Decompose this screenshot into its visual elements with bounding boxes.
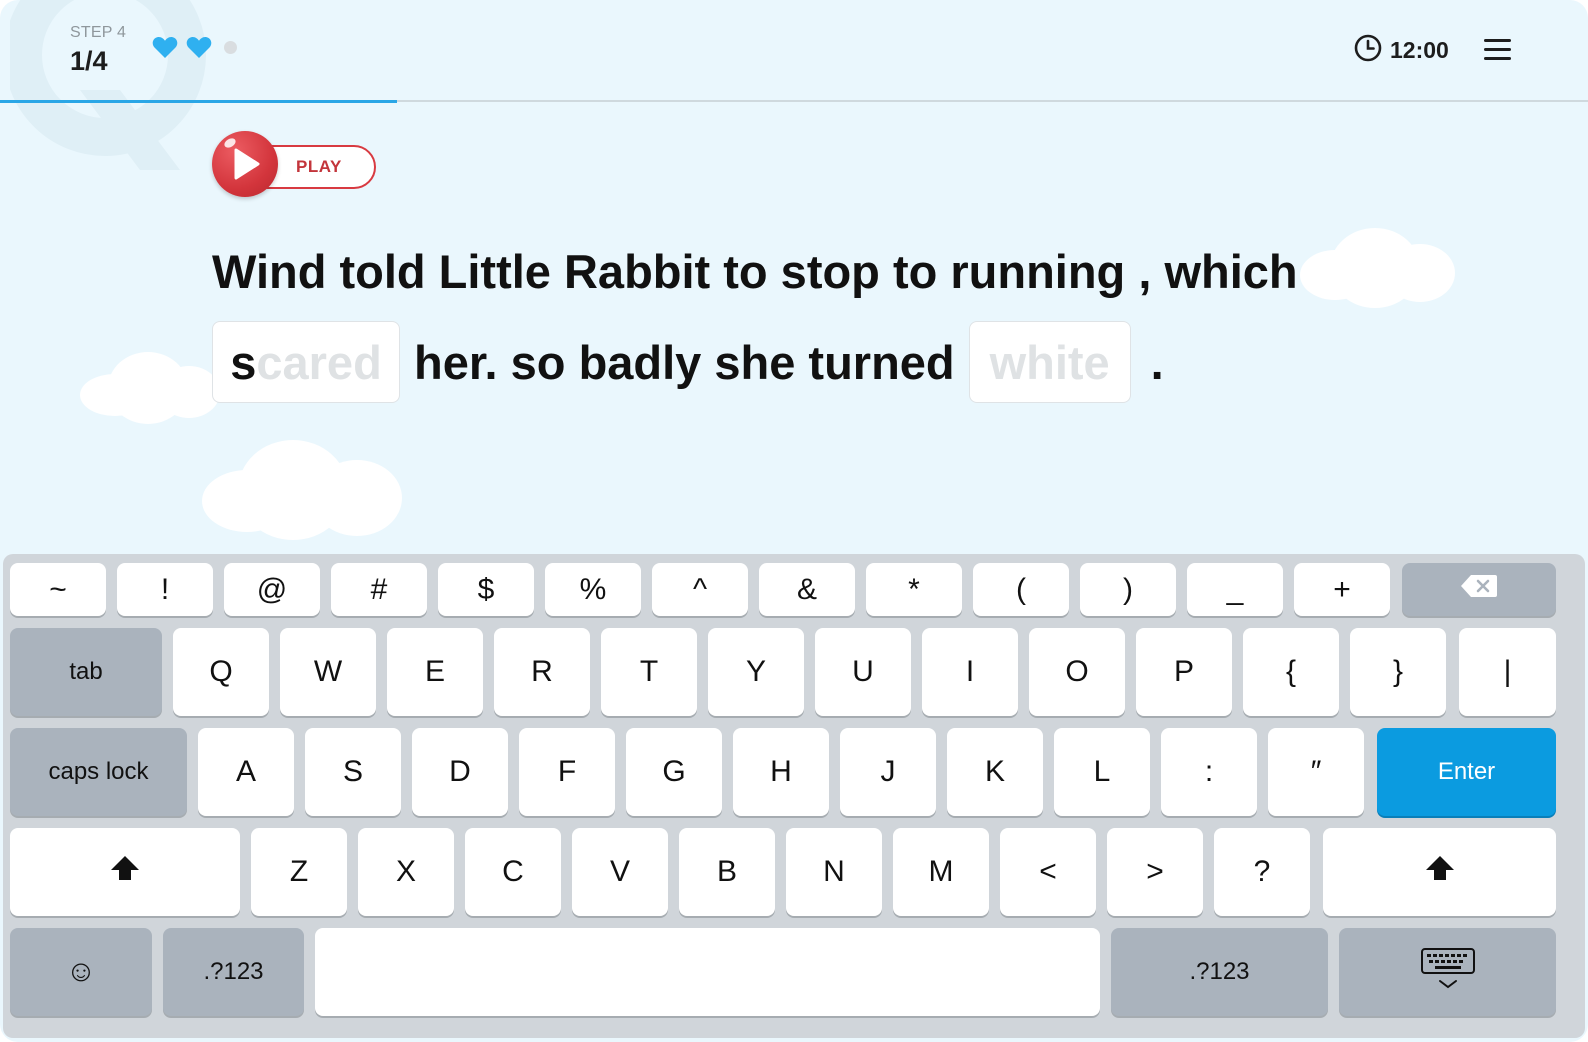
key[interactable]: + xyxy=(1294,563,1390,616)
key[interactable]: M xyxy=(893,828,989,916)
cloud-decoration xyxy=(1300,228,1460,308)
answer-blank-2[interactable]: white xyxy=(968,321,1131,403)
on-screen-keyboard: ~ ! @ # $ % ^ & * ( ) _ + tab Q W E R T … xyxy=(3,554,1585,1038)
heart-icon xyxy=(186,36,212,59)
timer: 12:00 xyxy=(1354,34,1449,67)
app-screen: STEP 4 1/4 12:00 PLAY Wind told Little R… xyxy=(0,0,1588,1042)
typed-text: s xyxy=(230,335,257,389)
empty-life-dot xyxy=(224,41,237,54)
key[interactable]: # xyxy=(331,563,427,616)
key[interactable]: : xyxy=(1161,728,1257,816)
key[interactable]: ^ xyxy=(652,563,748,616)
key[interactable]: T xyxy=(601,628,697,716)
shift-key-left[interactable] xyxy=(10,828,240,916)
menu-icon[interactable] xyxy=(1484,37,1514,63)
sentence-end: . xyxy=(1150,335,1164,389)
key[interactable]: Y xyxy=(708,628,804,716)
tab-key[interactable]: tab xyxy=(10,628,162,716)
key[interactable]: A xyxy=(198,728,294,816)
heart-icon xyxy=(152,36,178,59)
sentence-line-2: s cared her. so badly she turned white . xyxy=(212,320,1164,404)
key[interactable]: X xyxy=(358,828,454,916)
sentence-line-1: Wind told Little Rabbit to stop to runni… xyxy=(212,245,1298,298)
top-bar: STEP 4 1/4 12:00 xyxy=(0,0,1588,100)
enter-key[interactable]: Enter xyxy=(1377,728,1556,816)
hide-keyboard-key[interactable] xyxy=(1339,928,1556,1016)
lives-indicator xyxy=(152,36,237,59)
key[interactable]: F xyxy=(519,728,615,816)
keyboard-hide-icon xyxy=(1420,947,1476,998)
key[interactable]: > xyxy=(1107,828,1203,916)
key[interactable]: | xyxy=(1459,628,1556,716)
key[interactable]: Q xyxy=(173,628,269,716)
key[interactable]: < xyxy=(1000,828,1096,916)
shift-arrow-icon xyxy=(1425,855,1455,889)
play-icon xyxy=(212,131,278,197)
key[interactable]: H xyxy=(733,728,829,816)
key[interactable]: U xyxy=(815,628,911,716)
progress-fill xyxy=(0,100,397,103)
key[interactable]: C xyxy=(465,828,561,916)
answer-blank-1[interactable]: s cared xyxy=(212,321,400,403)
clock-icon xyxy=(1354,34,1382,67)
key[interactable]: R xyxy=(494,628,590,716)
progress-bar xyxy=(0,100,1588,103)
numbers-key-left[interactable]: .?123 xyxy=(163,928,304,1016)
backspace-key[interactable] xyxy=(1402,563,1556,616)
key[interactable]: ! xyxy=(117,563,213,616)
key[interactable]: J xyxy=(840,728,936,816)
key[interactable]: P xyxy=(1136,628,1232,716)
shift-key-right[interactable] xyxy=(1323,828,1556,916)
key[interactable]: K xyxy=(947,728,1043,816)
step-label: STEP 4 xyxy=(70,24,127,41)
caps-lock-key[interactable]: caps lock xyxy=(10,728,187,816)
key[interactable]: } xyxy=(1350,628,1446,716)
space-key[interactable] xyxy=(315,928,1100,1016)
emoji-key[interactable]: ☺ xyxy=(10,928,152,1016)
key[interactable]: % xyxy=(545,563,641,616)
key[interactable]: ″ xyxy=(1268,728,1364,816)
cloud-decoration xyxy=(202,440,402,540)
key[interactable]: @ xyxy=(224,563,320,616)
key[interactable]: _ xyxy=(1187,563,1283,616)
key[interactable]: * xyxy=(866,563,962,616)
key[interactable]: O xyxy=(1029,628,1125,716)
key[interactable]: D xyxy=(412,728,508,816)
hint-text: white xyxy=(989,335,1110,389)
backspace-icon xyxy=(1460,574,1498,605)
key[interactable]: E xyxy=(387,628,483,716)
step-count: 1/4 xyxy=(70,46,108,76)
play-audio-button[interactable]: PLAY xyxy=(212,131,376,199)
sentence-middle-text: her. so badly she turned xyxy=(414,335,955,389)
key[interactable]: I xyxy=(922,628,1018,716)
shift-arrow-icon xyxy=(110,855,140,889)
key[interactable]: L xyxy=(1054,728,1150,816)
hint-text: cared xyxy=(256,335,382,389)
key[interactable]: ? xyxy=(1214,828,1310,916)
key[interactable]: & xyxy=(759,563,855,616)
key[interactable]: S xyxy=(305,728,401,816)
key[interactable]: ~ xyxy=(10,563,106,616)
key[interactable]: ) xyxy=(1080,563,1176,616)
cloud-decoration xyxy=(80,352,220,424)
key[interactable]: Z xyxy=(251,828,347,916)
key[interactable]: N xyxy=(786,828,882,916)
timer-value: 12:00 xyxy=(1390,37,1449,63)
key[interactable]: { xyxy=(1243,628,1339,716)
key[interactable]: $ xyxy=(438,563,534,616)
key[interactable]: ( xyxy=(973,563,1069,616)
play-label: PLAY xyxy=(296,157,342,176)
key[interactable]: V xyxy=(572,828,668,916)
key[interactable]: G xyxy=(626,728,722,816)
numbers-key-right[interactable]: .?123 xyxy=(1111,928,1328,1016)
key[interactable]: W xyxy=(280,628,376,716)
key[interactable]: B xyxy=(679,828,775,916)
